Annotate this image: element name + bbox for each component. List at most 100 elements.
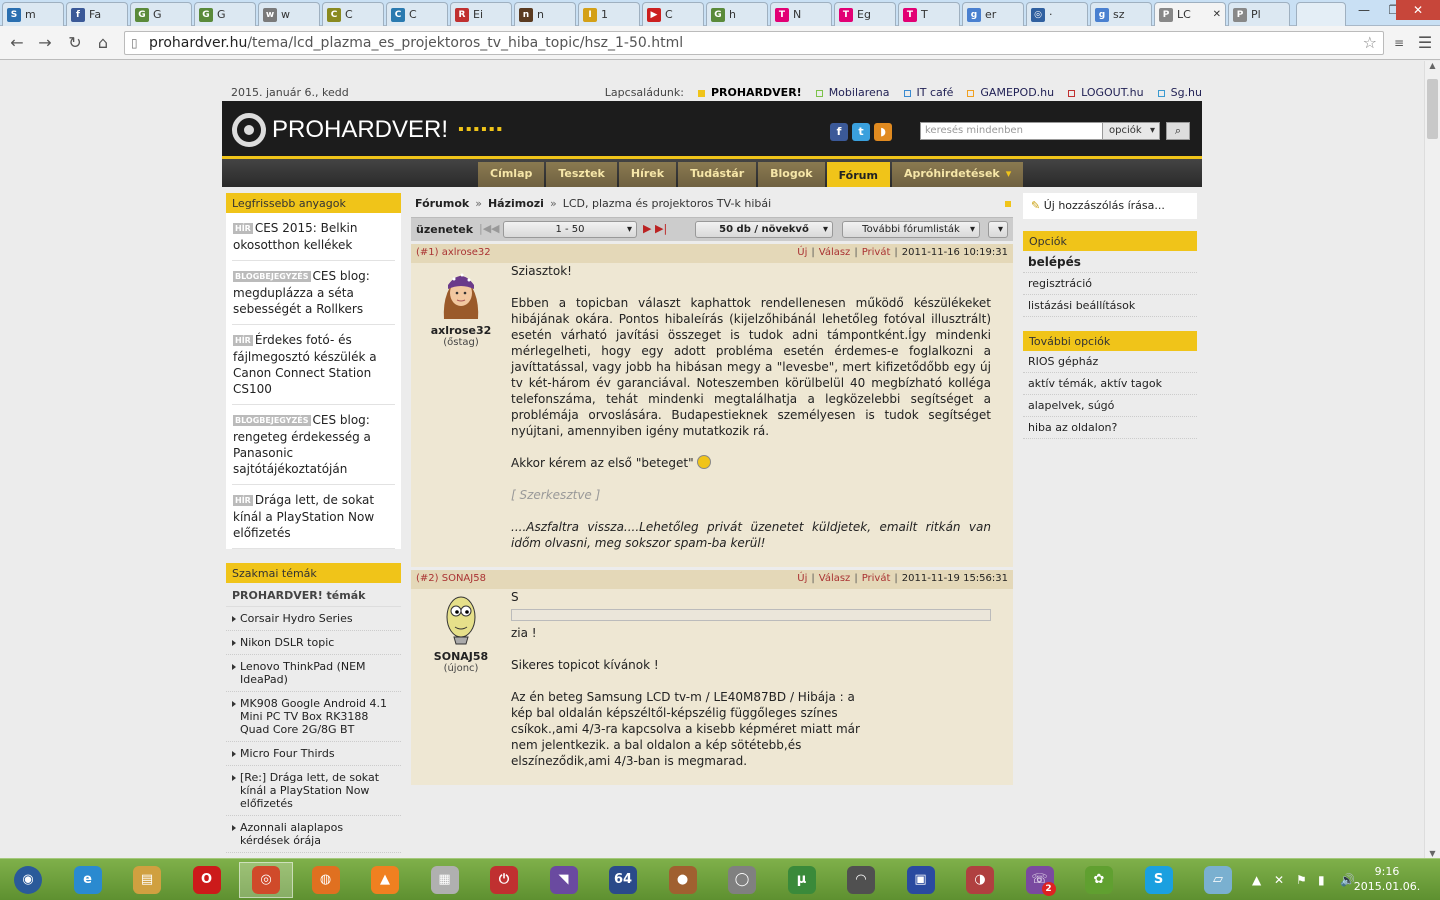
avatar[interactable]: [436, 265, 486, 319]
browser-tab[interactable]: Gh: [706, 2, 768, 26]
minimize-icon[interactable]: —: [1350, 0, 1378, 20]
action-center-icon[interactable]: ⚑: [1296, 873, 1307, 887]
media-player-icon[interactable]: ●: [663, 862, 703, 898]
reload-icon[interactable]: ↻: [64, 32, 86, 54]
browser-tab[interactable]: TN: [770, 2, 832, 26]
internet-explorer-icon[interactable]: e: [68, 862, 108, 898]
menu-item[interactable]: Címlap: [478, 162, 545, 188]
last-page-icon[interactable]: ▶|: [655, 222, 667, 235]
browser-tab[interactable]: g sz: [1090, 2, 1152, 26]
reply-link[interactable]: Válasz: [819, 247, 851, 258]
browser-tab[interactable]: CC: [322, 2, 384, 26]
browser-tab[interactable]: P Pl: [1228, 2, 1290, 26]
extension-icon[interactable]: ≡: [1388, 32, 1410, 54]
post-username[interactable]: SONAJ58: [442, 573, 486, 584]
network-off-icon[interactable]: ✕: [1274, 873, 1284, 887]
family-link[interactable]: GAMEPOD.hu: [967, 86, 1054, 99]
news-item[interactable]: HÍR Érdekes fotó- és fájlmegosztó készülé…: [232, 325, 395, 405]
opera-icon[interactable]: O: [187, 862, 227, 898]
rss-icon[interactable]: ◗: [874, 123, 892, 141]
browser-tab[interactable]: P LC ✕: [1154, 2, 1226, 26]
theme-item[interactable]: Micro Four Thirds: [226, 742, 401, 766]
facebook-icon[interactable]: f: [830, 123, 848, 141]
family-link[interactable]: Mobilarena: [815, 86, 890, 99]
system-clock[interactable]: 9:16 2015.01.06.: [1352, 864, 1422, 894]
start-orb-icon[interactable]: ◉: [8, 862, 48, 898]
theme-item[interactable]: Lenovo ThinkPad (NEM IdeaPad): [226, 655, 401, 692]
theme-item[interactable]: Azonnali alaplapos kérdések órája: [226, 816, 401, 853]
disc-tool-icon[interactable]: ◯: [722, 862, 762, 898]
browser-tab[interactable]: R Ei: [450, 2, 512, 26]
browser-tab[interactable]: ◎ ·: [1026, 2, 1088, 26]
breadcrumb-category[interactable]: Házimozi: [488, 197, 544, 210]
post-username[interactable]: axlrose32: [442, 247, 491, 258]
skype-icon[interactable]: S: [1139, 862, 1179, 898]
ball-app-icon[interactable]: ◑: [960, 862, 1000, 898]
address-bar[interactable]: ▯ prohardver.hu/tema/lcd_plazma_es_proje…: [124, 31, 1384, 55]
page-range-select[interactable]: 1 - 50: [503, 221, 637, 238]
close-tab-icon[interactable]: ✕: [1213, 9, 1221, 20]
browser-tab[interactable]: GG: [130, 2, 192, 26]
scroll-up-icon[interactable]: ▲: [1425, 61, 1440, 70]
visual-studio-icon[interactable]: ◥: [544, 862, 584, 898]
site-logo[interactable]: PROHARDVER! ▪▪▪▪▪▪: [232, 113, 504, 147]
more-option-item[interactable]: hiba az oldalon?: [1023, 417, 1197, 439]
option-item[interactable]: listázási beállítások: [1023, 295, 1197, 317]
author-name[interactable]: axlrose32: [411, 324, 511, 337]
browser-tab[interactable]: ▶ C: [642, 2, 704, 26]
prev-page-icon[interactable]: ◀: [491, 222, 499, 235]
flower-app-icon[interactable]: ✿: [1079, 862, 1119, 898]
browser-tab[interactable]: nn: [514, 2, 576, 26]
back-icon[interactable]: ←: [6, 32, 28, 54]
c64-emulator-icon[interactable]: 64: [603, 862, 643, 898]
new-link[interactable]: Új: [797, 247, 807, 258]
theme-item[interactable]: [Re:] Drága lett, de sokat kínál a PlayS…: [226, 766, 401, 816]
private-link[interactable]: Privát: [862, 247, 891, 258]
menu-item[interactable]: Tudástár: [678, 162, 757, 188]
private-link[interactable]: Privát: [862, 573, 891, 584]
vlc-icon[interactable]: ▲: [365, 862, 405, 898]
theme-item[interactable]: Nikon DSLR topic: [226, 631, 401, 655]
sort-select[interactable]: 50 db / növekvő: [695, 221, 833, 238]
first-page-icon[interactable]: |◀: [479, 222, 491, 235]
family-link[interactable]: LOGOUT.hu: [1068, 86, 1144, 99]
option-item[interactable]: regisztráció: [1023, 273, 1197, 295]
menu-item[interactable]: Hírek: [618, 162, 677, 188]
theme-item[interactable]: MK908 Google Android 4.1 Mini PC TV Box …: [226, 692, 401, 742]
more-forums-select[interactable]: További fórumlisták: [842, 221, 980, 238]
home-icon[interactable]: ⌂: [92, 32, 114, 54]
author-name[interactable]: SONAJ58: [411, 650, 511, 663]
new-link[interactable]: Új: [797, 573, 807, 584]
theme-item[interactable]: Corsair Hydro Series: [226, 607, 401, 631]
save-app-icon[interactable]: ▣: [901, 862, 941, 898]
news-item[interactable]: BLOGBEJEGYZÉS CES blog: megduplázza a sét…: [232, 261, 395, 325]
option-item[interactable]: belépés: [1023, 251, 1197, 273]
browser-tab[interactable]: CC: [386, 2, 448, 26]
power-app-icon[interactable]: ⏻: [484, 862, 524, 898]
calendar-app-icon[interactable]: ▦: [425, 862, 465, 898]
more-option-item[interactable]: aktív témák, aktív tagok: [1023, 373, 1197, 395]
search-options-select[interactable]: opciók ▾: [1102, 122, 1160, 140]
browser-tab[interactable]: TT: [898, 2, 960, 26]
new-tab-button[interactable]: [1296, 2, 1346, 26]
power-icon[interactable]: ▮: [1318, 873, 1325, 887]
browser-tab[interactable]: Sm: [2, 2, 64, 26]
notepad-app-icon[interactable]: ▱: [1198, 862, 1238, 898]
family-link[interactable]: IT café: [903, 86, 953, 99]
browser-tab[interactable]: I1: [578, 2, 640, 26]
browser-tab[interactable]: g er: [962, 2, 1024, 26]
browser-tab[interactable]: GG: [194, 2, 256, 26]
vertical-scrollbar[interactable]: ▲ ▼: [1424, 61, 1440, 858]
browser-tab[interactable]: f Fa: [66, 2, 128, 26]
next-page-icon[interactable]: ▶: [643, 222, 651, 235]
news-item[interactable]: BLOGBEJEGYZÉS CES blog: rengeteg érdekess…: [232, 405, 395, 485]
viber-icon[interactable]: ☏ 2: [1020, 862, 1060, 898]
tool-app-icon[interactable]: ◠: [841, 862, 881, 898]
reply-link[interactable]: Válasz: [819, 573, 851, 584]
show-hidden-icons-icon[interactable]: ▲: [1252, 873, 1261, 887]
family-link[interactable]: Sg.hu: [1157, 86, 1202, 99]
menu-item[interactable]: Apróhirdetések ▾: [891, 162, 1024, 188]
browser-tab[interactable]: T Eg: [834, 2, 896, 26]
avatar[interactable]: [436, 591, 486, 645]
browser-tab[interactable]: ww: [258, 2, 320, 26]
